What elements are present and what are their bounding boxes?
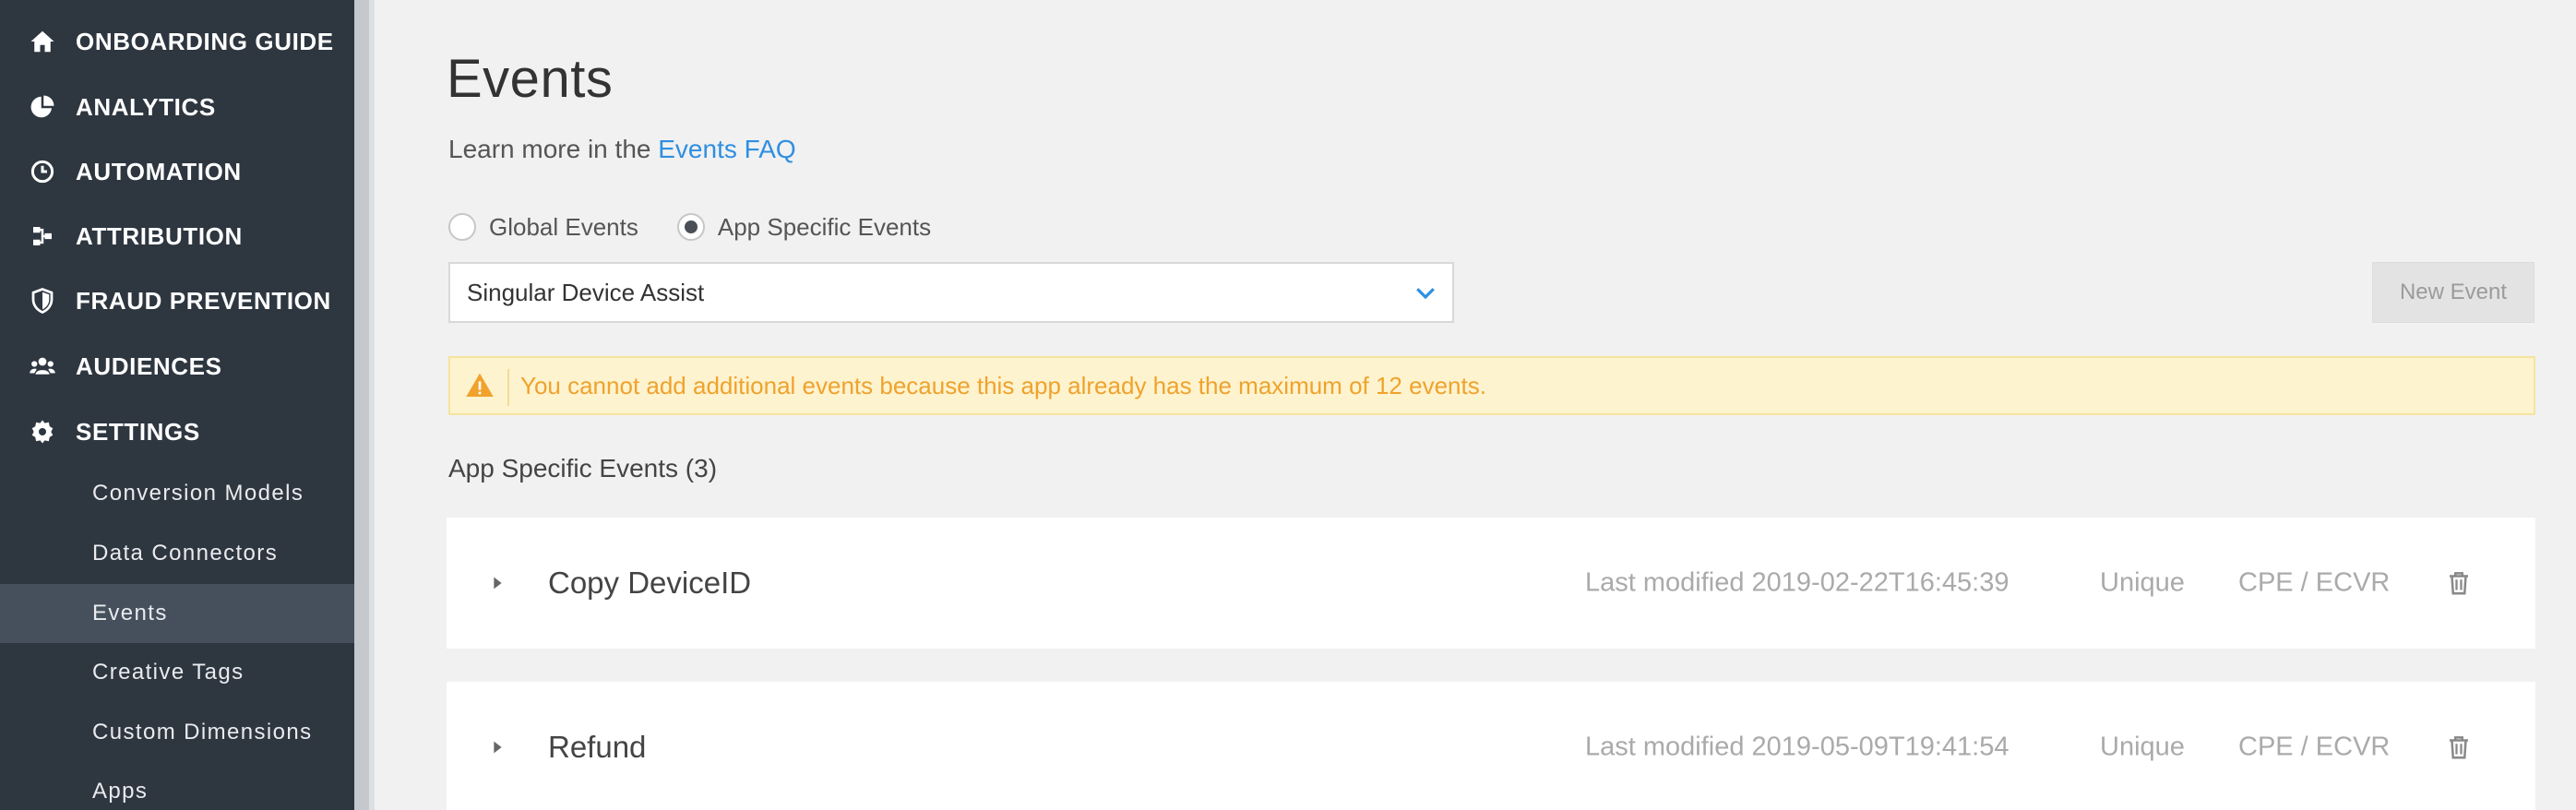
- sub-item-label: Events: [92, 601, 168, 625]
- page-title: Events: [447, 49, 614, 109]
- sub-item-label: Apps: [92, 779, 149, 804]
- nav-label: ANALYTICS: [76, 92, 216, 121]
- nav-label: ONBOARDING GUIDE: [76, 27, 334, 55]
- event-row[interactable]: Copy DeviceID Last modified 2019-02-22T1…: [447, 518, 2535, 649]
- nav-label: FRAUD PREVENTION: [76, 286, 331, 315]
- sub-item-custom-dimensions[interactable]: Custom Dimensions: [0, 703, 354, 762]
- attribution-icon: [26, 220, 59, 253]
- nav-item-settings[interactable]: SETTINGS: [0, 399, 354, 464]
- nav-label: SETTINGS: [76, 417, 200, 446]
- clock-icon: [26, 155, 59, 188]
- sub-item-label: Conversion Models: [92, 481, 304, 506]
- sub-item-data-connectors[interactable]: Data Connectors: [0, 524, 354, 583]
- event-uniqueness: Unique: [2100, 732, 2185, 762]
- trash-icon[interactable]: [2445, 733, 2473, 762]
- home-icon: [26, 25, 59, 58]
- event-last-modified: Last modified 2019-02-22T16:45:39: [1585, 567, 2010, 598]
- nav-label: AUTOMATION: [76, 157, 242, 185]
- caret-right-icon[interactable]: [487, 573, 507, 593]
- pie-chart-icon: [26, 90, 59, 124]
- event-model: CPE / ECVR: [2238, 567, 2391, 598]
- event-name: Copy DeviceID: [548, 566, 752, 600]
- radio-circle-checked: [676, 213, 705, 241]
- sidebar-resize-handle[interactable]: [354, 0, 375, 810]
- radio-label: App Specific Events: [717, 212, 932, 241]
- global-events-radio[interactable]: Global Events: [448, 213, 638, 242]
- nav-item-attribution[interactable]: ATTRIBUTION: [0, 204, 354, 268]
- max-events-alert: You cannot add additional events because…: [448, 356, 2535, 415]
- nav-item-audiences[interactable]: AUDIENCES: [0, 334, 354, 399]
- sub-item-label: Creative Tags: [92, 660, 244, 685]
- app-select[interactable]: Singular Device Assist: [448, 262, 1454, 323]
- shield-icon: [26, 284, 59, 317]
- sub-item-events[interactable]: Events: [0, 584, 354, 643]
- sub-item-conversion-models[interactable]: Conversion Models: [0, 464, 354, 523]
- app-specific-events-radio[interactable]: App Specific Events: [676, 212, 932, 242]
- learn-more-prefix: Learn more in the: [448, 135, 659, 163]
- sub-item-apps[interactable]: Apps: [0, 762, 354, 810]
- radio-label: Global Events: [489, 212, 638, 241]
- new-event-button[interactable]: New Event: [2372, 262, 2534, 323]
- alert-text: You cannot add additional events because…: [520, 371, 1486, 399]
- radio-circle: [448, 213, 476, 241]
- warning-icon: [466, 373, 494, 397]
- nav-item-onboarding-guide[interactable]: ONBOARDING GUIDE: [0, 9, 354, 74]
- chevron-down-icon: [1416, 288, 1435, 300]
- event-uniqueness: Unique: [2100, 567, 2185, 598]
- event-scope-radio-group: Global Events App Specific Events: [448, 212, 970, 242]
- event-model: CPE / ECVR: [2238, 732, 2391, 762]
- nav-label: ATTRIBUTION: [76, 221, 243, 250]
- app-select-value: Singular Device Assist: [467, 278, 705, 306]
- gear-icon: [26, 415, 59, 448]
- caret-right-icon[interactable]: [487, 737, 507, 757]
- learn-more-text: Learn more in the Events FAQ: [448, 135, 796, 164]
- event-row[interactable]: Refund Last modified 2019-05-09T19:41:54…: [447, 682, 2535, 810]
- nav-item-analytics[interactable]: ANALYTICS: [0, 75, 354, 139]
- section-title: App Specific Events (3): [448, 454, 718, 482]
- trash-icon[interactable]: [2445, 568, 2473, 598]
- sidebar: ONBOARDING GUIDE ANALYTICS AUTOMATION AT…: [0, 0, 354, 810]
- main-content: Events Learn more in the Events FAQ Glob…: [375, 0, 2576, 810]
- events-faq-link[interactable]: Events FAQ: [658, 135, 795, 163]
- nav-label: AUDIENCES: [76, 351, 222, 380]
- event-last-modified: Last modified 2019-05-09T19:41:54: [1585, 732, 2010, 762]
- nav-item-fraud-prevention[interactable]: FRAUD PREVENTION: [0, 268, 354, 333]
- sub-item-creative-tags[interactable]: Creative Tags: [0, 643, 354, 702]
- event-name: Refund: [548, 730, 647, 764]
- sub-item-label: Data Connectors: [92, 541, 279, 566]
- sub-item-label: Custom Dimensions: [92, 720, 313, 744]
- users-icon: [26, 350, 59, 383]
- alert-separator: [507, 369, 509, 406]
- nav-item-automation[interactable]: AUTOMATION: [0, 139, 354, 204]
